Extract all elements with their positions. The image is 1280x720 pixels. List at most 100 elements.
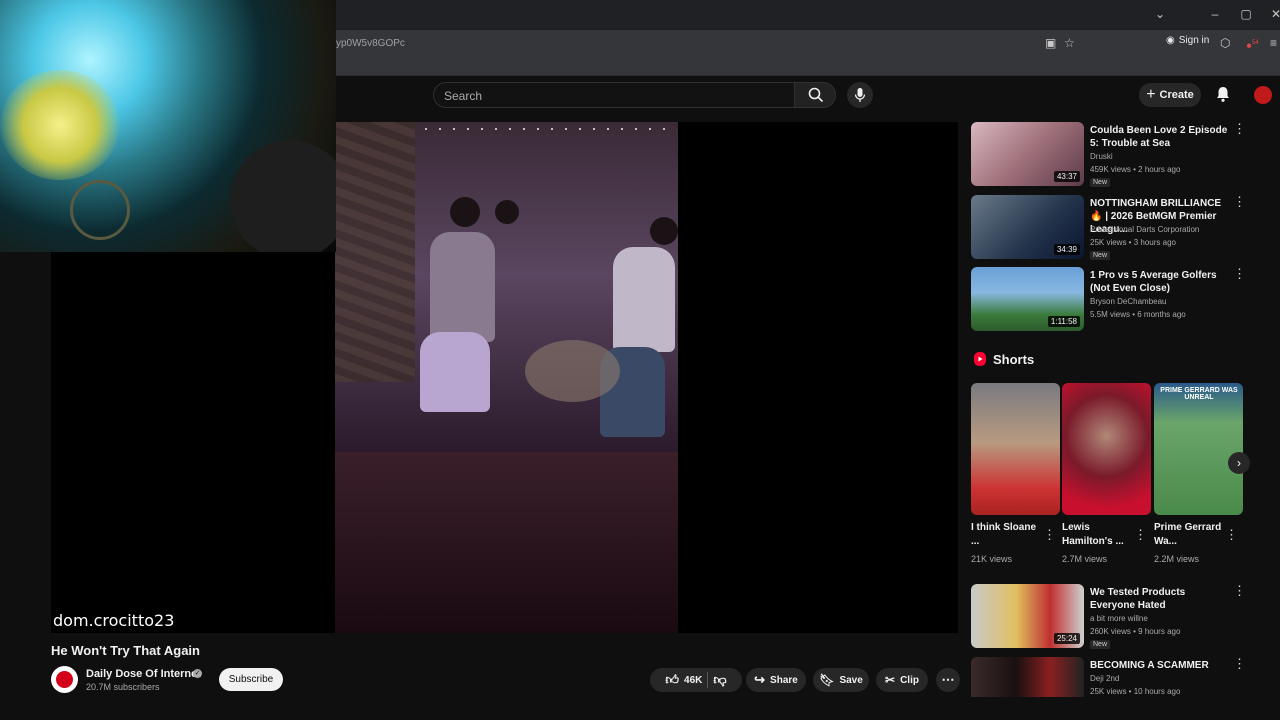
duration-badge: 43:37 — [1053, 171, 1080, 182]
more-actions-button[interactable]: ⋯ — [936, 668, 960, 692]
dancer-legs — [420, 332, 490, 412]
share-button[interactable]: ↪ Share — [746, 668, 806, 692]
more-vertical-icon[interactable]: ⋮ — [1233, 657, 1246, 670]
video-thumbnail[interactable]: 34:39 — [971, 195, 1084, 259]
search-placeholder: Search — [444, 89, 483, 103]
video-thumbnail[interactable] — [971, 657, 1084, 697]
like-dislike-group: 👍︎ 46K 👎︎ — [650, 668, 742, 692]
user-avatar[interactable] — [1254, 86, 1272, 104]
short-thumbnail[interactable] — [971, 383, 1060, 515]
microphone-icon — [854, 88, 866, 102]
duration-badge: 34:39 — [1053, 244, 1080, 255]
close-window-icon[interactable]: ✕ — [1268, 6, 1280, 22]
new-badge: New — [1090, 251, 1111, 260]
extensions-icon[interactable]: ⬡ — [1220, 36, 1230, 50]
more-vertical-icon[interactable]: ⋮ — [1233, 584, 1246, 597]
install-app-icon[interactable]: ▣ — [1045, 36, 1056, 50]
recommendation-channel[interactable]: Deji 2nd — [1090, 674, 1119, 683]
webcam-light — [0, 70, 120, 180]
create-button[interactable]: + Create — [1139, 83, 1201, 107]
search-button[interactable] — [794, 82, 836, 108]
more-horizontal-icon: ⋯ — [941, 672, 955, 687]
duration-badge: 1:11:58 — [1047, 316, 1080, 327]
extension-badge-count: 54 — [1252, 40, 1259, 46]
recommendation-meta: 25K views • 3 hours ago — [1090, 238, 1176, 247]
more-vertical-icon[interactable]: ⋮ — [1134, 527, 1147, 543]
recommendation-channel[interactable]: a bit more willne — [1090, 614, 1148, 623]
dislike-button[interactable]: 👎︎ — [713, 672, 726, 688]
recommendation-channel[interactable]: Druski — [1090, 152, 1113, 161]
string-lights — [425, 128, 665, 130]
short-thumbnail[interactable] — [1062, 383, 1151, 515]
recommendation-title[interactable]: 1 Pro vs 5 Average Golfers (Not Even Clo… — [1090, 269, 1230, 295]
thumbs-up-icon: 👍︎ — [665, 672, 680, 687]
scissors-icon: ✂ — [885, 673, 896, 687]
webcam-shadow — [230, 140, 336, 252]
recommendation-channel[interactable]: Professional Darts Corporation — [1090, 225, 1199, 234]
duration-badge: 25:24 — [1053, 633, 1080, 644]
recommendation-item[interactable]: 1:11:58 1 Pro vs 5 Average Golfers (Not … — [971, 267, 1261, 333]
dancer-head — [450, 197, 480, 227]
extension-badge-icon[interactable]: ●54 — [1246, 36, 1259, 53]
share-icon: ↪ — [754, 672, 766, 687]
maximize-icon[interactable]: ▢ — [1238, 6, 1254, 22]
chevron-right-icon[interactable]: › — [1228, 452, 1250, 474]
url-text[interactable]: yp0W5v8GOPc — [336, 38, 405, 49]
tab-list-chevron-icon[interactable]: ⌄ — [1152, 6, 1168, 22]
channel-avatar[interactable] — [51, 666, 78, 693]
create-label: Create — [1159, 89, 1194, 101]
channel-name[interactable]: Daily Dose Of Internet — [86, 668, 201, 680]
more-vertical-icon[interactable]: ⋮ — [1233, 122, 1246, 135]
short-views: 2.2M views — [1154, 554, 1200, 564]
video-watermark: dom.crocitto23 — [53, 611, 175, 630]
browser-menu-icon[interactable]: ≡ — [1270, 36, 1277, 50]
video-title: He Won't Try That Again — [51, 643, 200, 658]
video-thumbnail[interactable]: 25:24 — [971, 584, 1084, 648]
clip-button[interactable]: ✂ Clip — [876, 668, 928, 692]
recommendation-meta: 5.5M views • 6 months ago — [1090, 310, 1186, 319]
voice-search-button[interactable] — [847, 82, 873, 108]
shorts-logo-icon — [974, 352, 986, 366]
recommendation-title[interactable]: Coulda Been Love 2 Episode 5: Trouble at… — [1090, 124, 1230, 150]
search-input[interactable]: Search — [433, 82, 795, 108]
sign-in-label: Sign in — [1178, 35, 1210, 46]
more-vertical-icon[interactable]: ⋮ — [1225, 527, 1238, 543]
save-button[interactable]: 🔖︎ Save — [813, 668, 869, 692]
more-vertical-icon[interactable]: ⋮ — [1043, 527, 1056, 543]
recommendation-meta: 459K views • 2 hours ago — [1090, 165, 1181, 174]
like-button[interactable]: 👍︎ 46K — [665, 672, 702, 688]
bookmark-icon: 🔖︎ — [819, 673, 835, 687]
minimize-icon[interactable]: – — [1207, 6, 1223, 22]
dancer-body — [430, 232, 495, 342]
recommendation-channel[interactable]: Bryson DeChambeau — [1090, 297, 1166, 306]
save-label: Save — [839, 674, 863, 686]
like-count: 46K — [684, 674, 703, 686]
recommendation-item[interactable]: BECOMING A SCAMMER Deji 2nd 25K views • … — [971, 657, 1261, 697]
more-vertical-icon[interactable]: ⋮ — [1233, 195, 1246, 208]
thumbs-down-icon: 👎︎ — [713, 672, 727, 687]
notifications-bell-icon[interactable] — [1214, 85, 1232, 103]
sign-in-button[interactable]: ◉ Sign in — [1166, 35, 1209, 46]
share-label: Share — [770, 674, 798, 686]
recommendation-meta: 25K views • 10 hours ago — [1090, 687, 1181, 696]
subscribe-button[interactable]: Subscribe — [219, 668, 283, 691]
short-overlay-text: PRIME GERRARD WAS UNREAL — [1160, 387, 1238, 401]
more-vertical-icon[interactable]: ⋮ — [1233, 267, 1246, 280]
short-title[interactable]: I think Sloane ... — [971, 521, 1041, 549]
recommendation-title[interactable]: We Tested Products Everyone Hated — [1090, 586, 1230, 612]
recommendation-item[interactable]: 43:37 Coulda Been Love 2 Episode 5: Trou… — [971, 122, 1261, 188]
video-frame[interactable] — [335, 122, 678, 633]
recommendation-item[interactable]: 34:39 NOTTINGHAM BRILLIANCE 🔥 | 2026 Bet… — [971, 195, 1261, 261]
friend-head — [650, 217, 678, 245]
verified-icon: ✓ — [193, 669, 202, 678]
video-thumbnail[interactable]: 43:37 — [971, 122, 1084, 186]
video-thumbnail[interactable]: 1:11:58 — [971, 267, 1084, 331]
recommendation-title[interactable]: BECOMING A SCAMMER — [1090, 659, 1230, 672]
short-title[interactable]: Prime Gerrard Wa... — [1154, 521, 1224, 549]
search-icon — [808, 87, 824, 103]
bookmark-star-icon[interactable]: ☆ — [1064, 36, 1075, 50]
short-title[interactable]: Lewis Hamilton's ... — [1062, 521, 1132, 549]
subscriber-count: 20.7M subscribers — [86, 682, 160, 692]
recommendation-item[interactable]: 25:24 We Tested Products Everyone Hated … — [971, 584, 1261, 650]
short-thumbnail[interactable]: PRIME GERRARD WAS UNREAL — [1154, 383, 1243, 515]
